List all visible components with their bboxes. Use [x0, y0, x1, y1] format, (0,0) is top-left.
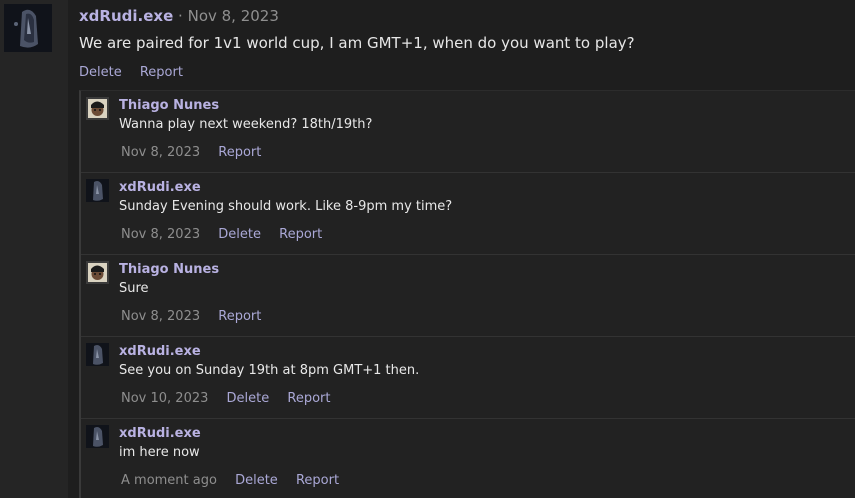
reply-timestamp: Nov 8, 2023: [121, 145, 201, 160]
rudi-avatar-icon: [86, 343, 109, 366]
reply-actions: Nov 10, 2023 Delete Report: [121, 390, 345, 408]
reply-author-link[interactable]: xdRudi.exe: [119, 425, 201, 443]
reply-delete-button[interactable]: Delete: [235, 473, 278, 488]
post-message: We are paired for 1v1 world cup, I am GM…: [79, 34, 635, 52]
thiago-avatar-icon: [86, 97, 109, 120]
reply-timestamp: Nov 8, 2023: [121, 227, 201, 242]
avatar[interactable]: [86, 179, 109, 202]
list-item: xdRudi.exe Sunday Evening should work. L…: [81, 173, 855, 255]
post-author-link[interactable]: xdRudi.exe: [79, 7, 173, 25]
reply-report-button[interactable]: Report: [287, 391, 330, 406]
author-avatar-column: [0, 0, 68, 498]
reply-timestamp: A moment ago: [121, 473, 217, 488]
avatar[interactable]: [86, 261, 109, 284]
post-delete-button[interactable]: Delete: [79, 65, 122, 80]
post-separator: ·: [178, 7, 183, 25]
thiago-avatar-icon: [86, 261, 109, 284]
reply-message: Wanna play next weekend? 18th/19th?: [119, 117, 373, 132]
avatar[interactable]: [86, 97, 109, 120]
reply-message: Sure: [119, 281, 149, 296]
reply-delete-button[interactable]: Delete: [227, 391, 270, 406]
post-actions: Delete Report: [79, 64, 197, 82]
reply-message: im here now: [119, 445, 200, 460]
reply-actions: Nov 8, 2023 Delete Report: [121, 226, 336, 244]
reply-message: Sunday Evening should work. Like 8-9pm m…: [119, 199, 453, 214]
reply-author-link[interactable]: Thiago Nunes: [119, 261, 219, 279]
reply-timestamp: Nov 8, 2023: [121, 309, 201, 324]
list-item: xdRudi.exe See you on Sunday 19th at 8pm…: [81, 337, 855, 419]
avatar[interactable]: [4, 4, 52, 52]
reply-report-button[interactable]: Report: [279, 227, 322, 242]
avatar[interactable]: [86, 343, 109, 366]
reply-report-button[interactable]: Report: [296, 473, 339, 488]
list-item: Thiago Nunes Sure Nov 8, 2023 Report: [81, 255, 855, 337]
reply-report-button[interactable]: Report: [218, 309, 261, 324]
reply-author-link[interactable]: Thiago Nunes: [119, 97, 219, 115]
rudi-avatar-icon: [4, 4, 52, 52]
reply-message: See you on Sunday 19th at 8pm GMT+1 then…: [119, 363, 420, 378]
avatar[interactable]: [86, 425, 109, 448]
post-header: xdRudi.exe · Nov 8, 2023: [79, 6, 279, 26]
rudi-avatar-icon: [86, 179, 109, 202]
rudi-avatar-icon: [86, 425, 109, 448]
reply-list: Thiago Nunes Wanna play next weekend? 18…: [79, 90, 855, 498]
reply-actions: Nov 8, 2023 Report: [121, 308, 275, 326]
thread-content: xdRudi.exe · Nov 8, 2023 We are paired f…: [68, 0, 855, 498]
reply-timestamp: Nov 10, 2023: [121, 391, 209, 406]
list-item: Thiago Nunes Wanna play next weekend? 18…: [81, 91, 855, 173]
reply-author-link[interactable]: xdRudi.exe: [119, 179, 201, 197]
comment-thread-page: xdRudi.exe · Nov 8, 2023 We are paired f…: [0, 0, 855, 498]
list-item: xdRudi.exe im here now A moment ago Dele…: [81, 419, 855, 498]
post-report-button[interactable]: Report: [140, 65, 183, 80]
post-date: Nov 8, 2023: [187, 7, 279, 25]
reply-delete-button[interactable]: Delete: [218, 227, 261, 242]
reply-actions: A moment ago Delete Report: [121, 472, 353, 490]
reply-report-button[interactable]: Report: [218, 145, 261, 160]
reply-actions: Nov 8, 2023 Report: [121, 144, 275, 162]
reply-author-link[interactable]: xdRudi.exe: [119, 343, 201, 361]
